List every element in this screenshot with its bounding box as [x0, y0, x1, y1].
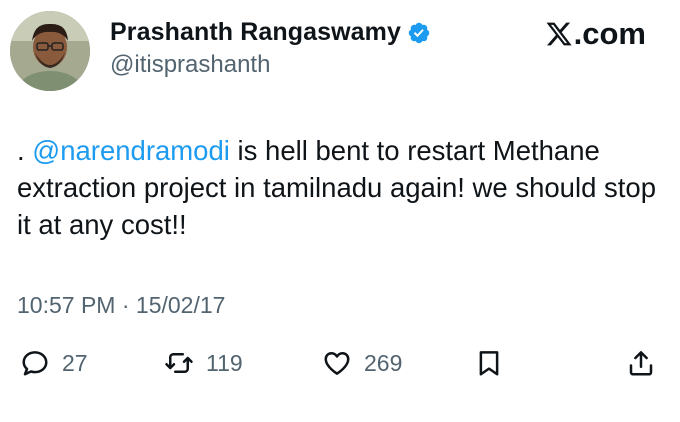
- tweet-date[interactable]: 15/02/17: [136, 292, 226, 318]
- reply-icon: [22, 351, 48, 376]
- share-icon: [629, 351, 653, 376]
- x-logo-icon: [546, 22, 572, 46]
- avatar[interactable]: [10, 11, 90, 91]
- repost-icon: [165, 353, 193, 373]
- action-bar: 27 119 269: [0, 348, 680, 388]
- reply-count: 27: [62, 349, 88, 376]
- bookmark-icon: [479, 351, 499, 376]
- x-brand: .com: [545, 16, 646, 52]
- author-display-name[interactable]: Prashanth Rangaswamy: [110, 18, 401, 47]
- author-name-row: Prashanth Rangaswamy: [110, 18, 431, 47]
- tweet-meta: 10:57 PM · 15/02/17: [17, 292, 225, 319]
- heart-icon: [324, 352, 350, 375]
- tweet-mention-link[interactable]: @narendramodi: [32, 135, 230, 166]
- bookmark-button[interactable]: [474, 348, 504, 378]
- repost-button[interactable]: 119: [164, 348, 243, 378]
- person-avatar-icon: [10, 11, 90, 91]
- share-button[interactable]: [626, 348, 656, 378]
- verified-badge-icon: [407, 21, 431, 45]
- meta-separator: ·: [115, 292, 136, 318]
- like-button[interactable]: 269: [322, 348, 402, 378]
- reply-button[interactable]: 27: [20, 348, 88, 378]
- repost-count: 119: [206, 349, 243, 376]
- tweet-time[interactable]: 10:57 PM: [17, 292, 115, 318]
- tweet-text: . @narendramodi is hell bent to restart …: [17, 132, 662, 243]
- author-handle[interactable]: @itisprashanth: [110, 51, 270, 79]
- brand-domain-label: .com: [573, 16, 646, 51]
- tweet-prefix: .: [17, 135, 33, 166]
- like-count: 269: [364, 349, 403, 376]
